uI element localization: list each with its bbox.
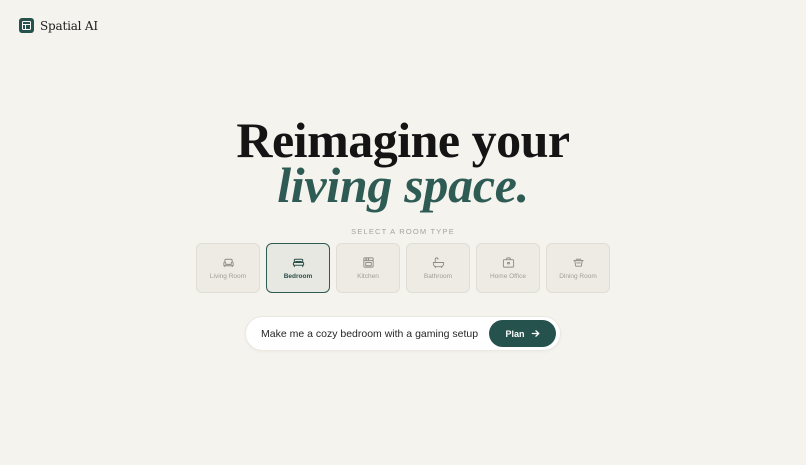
room-label: Bathroom xyxy=(423,273,453,280)
room-label: Dining Room xyxy=(559,273,597,280)
room-card-living-room[interactable]: Living Room xyxy=(196,243,260,293)
sofa-icon xyxy=(222,258,234,268)
room-card-bathroom[interactable]: Bathroom xyxy=(406,243,470,293)
prompt-bar: Plan xyxy=(245,316,561,351)
plan-button-label: Plan xyxy=(505,328,525,339)
room-label: Kitchen xyxy=(357,273,379,280)
hero-title-line2: living space. xyxy=(277,157,529,213)
dining-table-icon xyxy=(572,258,584,267)
layout-square-icon xyxy=(19,18,34,33)
brand[interactable]: Spatial AI xyxy=(19,18,98,33)
room-type-label: SELECT A ROOM TYPE xyxy=(351,227,455,236)
room-type-selector: Living Room Bedroom Kitchen Bathroom Hom… xyxy=(196,243,610,293)
brand-name: Spatial AI xyxy=(40,18,98,33)
room-card-home-office[interactable]: Home Office xyxy=(476,243,540,293)
plan-button[interactable]: Plan xyxy=(489,320,556,347)
room-card-bedroom[interactable]: Bedroom xyxy=(266,243,330,293)
briefcase-icon xyxy=(502,257,514,268)
room-label: Living Room xyxy=(209,273,247,280)
prompt-input[interactable] xyxy=(261,327,486,340)
room-card-kitchen[interactable]: Kitchen xyxy=(336,243,400,293)
bed-icon xyxy=(292,258,304,268)
oven-icon xyxy=(362,257,374,268)
bathtub-icon xyxy=(432,257,444,269)
room-card-dining-room[interactable]: Dining Room xyxy=(546,243,610,293)
arrow-right-icon xyxy=(531,330,539,337)
room-label: Bedroom xyxy=(283,273,313,280)
room-label: Home Office xyxy=(489,273,526,280)
